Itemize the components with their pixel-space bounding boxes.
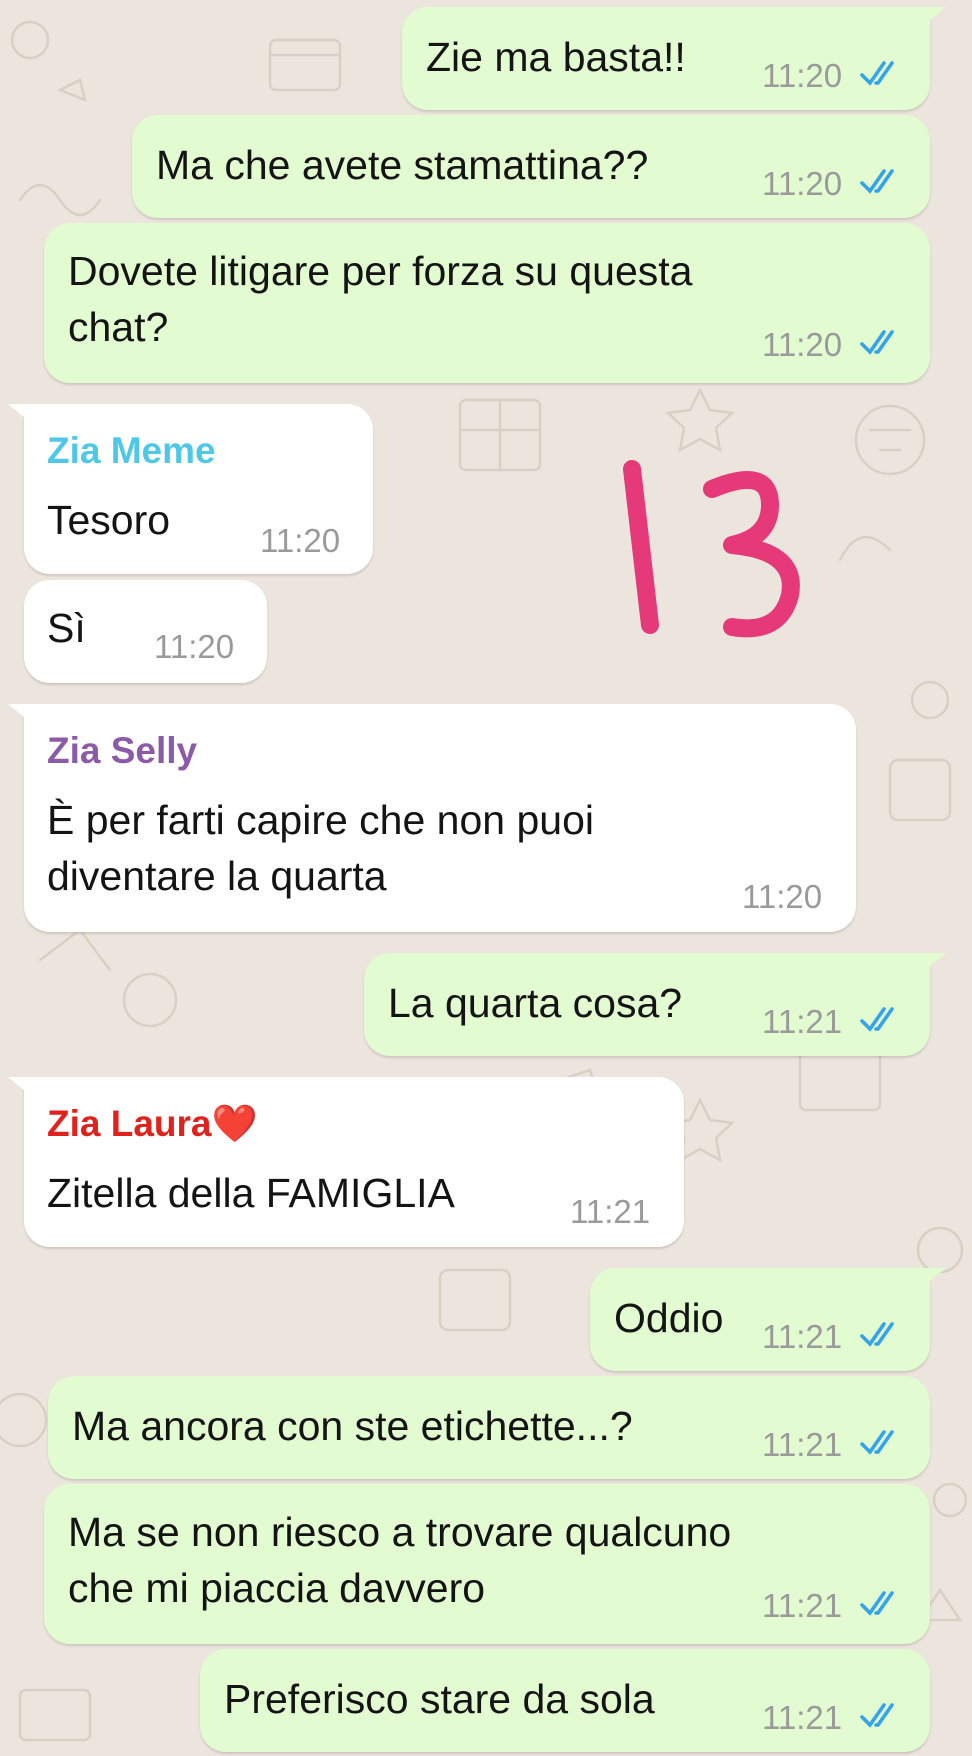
message-time: 11:20 <box>762 326 843 363</box>
read-double-check-icon <box>860 61 894 86</box>
read-double-check-icon <box>860 1430 894 1455</box>
message-bubble-incoming[interactable]: Zia Selly È per farti capire che non puo… <box>8 704 856 932</box>
message-time: 11:21 <box>762 1587 843 1624</box>
message-time: 11:21 <box>570 1193 651 1230</box>
sender-name: Zia Meme <box>47 430 216 471</box>
message-bubble-outgoing[interactable]: Zie ma basta!! 11:20 <box>402 7 946 110</box>
message-text: Zitella della FAMIGLIA <box>47 1170 455 1216</box>
message-time: 11:21 <box>762 1699 843 1736</box>
read-double-check-icon <box>860 1703 894 1728</box>
message-bubble-incoming[interactable]: Sì 11:20 <box>24 580 267 683</box>
message-time: 11:21 <box>762 1318 843 1355</box>
read-double-check-icon <box>860 169 894 194</box>
read-double-check-icon <box>860 1591 894 1616</box>
read-double-check-icon <box>860 330 894 355</box>
message-time: 11:21 <box>762 1003 843 1040</box>
message-text: Tesoro <box>47 497 171 543</box>
message-time: 11:20 <box>742 878 823 915</box>
message-text: Ma ancora con ste etichette...? <box>72 1403 633 1449</box>
message-bubble-outgoing[interactable]: Preferisco stare da sola 11:21 <box>200 1649 930 1752</box>
sticker-13: 13 <box>623 460 800 638</box>
message-bubble-outgoing[interactable]: Dovete litigare per forza su questa chat… <box>44 223 930 383</box>
message-time: 11:20 <box>762 57 843 94</box>
read-double-check-icon <box>860 1322 894 1347</box>
message-bubble-outgoing[interactable]: Ma se non riesco a trovare qualcuno che … <box>44 1484 930 1644</box>
message-text: Oddio <box>614 1295 724 1341</box>
sender-name: Zia Laura❤️ <box>47 1103 258 1144</box>
message-bubble-outgoing[interactable]: Oddio 11:21 <box>590 1268 946 1371</box>
message-text: Sì <box>47 605 86 651</box>
message-bubble-outgoing[interactable]: La quarta cosa? 11:21 <box>364 953 946 1056</box>
message-text: Ma se non riesco a trovare qualcuno che … <box>68 1509 732 1611</box>
message-text: Ma che avete stamattina?? <box>156 142 649 188</box>
message-time: 11:20 <box>762 165 843 202</box>
message-text: Preferisco stare da sola <box>224 1676 655 1722</box>
message-text: Dovete litigare per forza su questa chat… <box>68 248 693 350</box>
message-time: 11:21 <box>762 1426 843 1463</box>
message-bubble-incoming[interactable]: Zia Meme Tesoro 11:20 <box>8 404 373 574</box>
message-text: Zie ma basta!! <box>426 34 686 80</box>
sender-name: Zia Selly <box>47 730 198 771</box>
message-time: 11:20 <box>260 522 341 559</box>
message-bubble-outgoing[interactable]: Ma ancora con ste etichette...? 11:21 <box>48 1376 930 1479</box>
message-bubble-outgoing[interactable]: Ma che avete stamattina?? 11:20 <box>132 115 930 218</box>
message-time: 11:20 <box>154 628 235 665</box>
message-text: La quarta cosa? <box>388 980 683 1026</box>
message-text: È per farti capire che non puoi diventar… <box>47 797 594 899</box>
message-bubble-incoming[interactable]: Zia Laura❤️ Zitella della FAMIGLIA 11:21 <box>8 1077 684 1247</box>
read-double-check-icon <box>860 1007 894 1032</box>
